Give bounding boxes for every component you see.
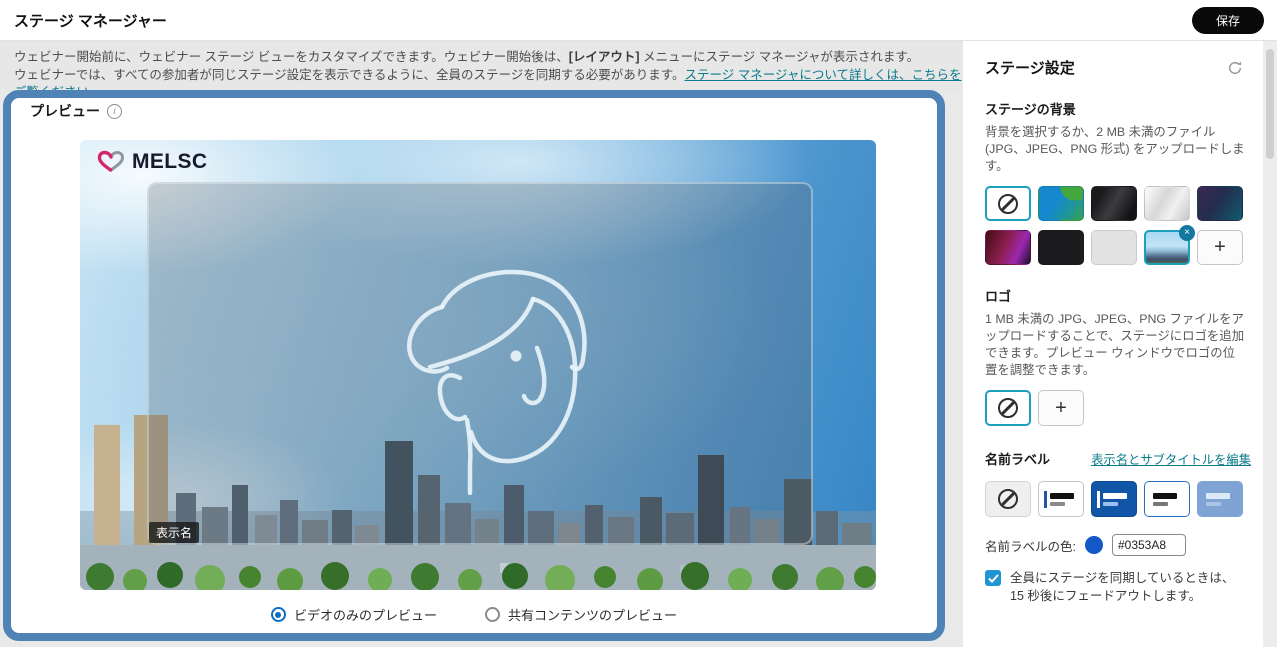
label-accent-bar: [1097, 491, 1100, 508]
name-label-heading: 名前ラベル: [985, 449, 1050, 468]
logo-options: +: [985, 390, 1243, 426]
bg-thumb-dark-wave[interactable]: [1091, 186, 1137, 221]
bg-thumb-red-magenta-gradient[interactable]: [985, 230, 1031, 265]
stage-logo[interactable]: MELSC: [96, 149, 208, 175]
banner-line1: ウェビナー開始前に、ウェビナー ステージ ビューをカスタマイズできます。ウェビナ…: [14, 49, 962, 67]
label-text-lines: [1050, 493, 1074, 506]
radio-shared-content[interactable]: 共有コンテンツのプレビュー: [485, 605, 677, 624]
edit-display-name-link[interactable]: 表示名とサブタイトルを編集: [1091, 450, 1251, 468]
no-name-label-icon: [998, 489, 1018, 509]
info-icon[interactable]: i: [107, 104, 122, 119]
label-accent-bar: [1044, 491, 1047, 508]
scrollbar-thumb[interactable]: [1266, 49, 1274, 159]
stage-settings-sidebar: ステージ設定 ステージの背景 背景を選択するか、2 MB 未満のファイル (JP…: [963, 41, 1263, 647]
bg-thumb-city-photo-selected[interactable]: ×: [1144, 230, 1190, 265]
name-label-style-light-left-bar[interactable]: [1038, 481, 1084, 517]
settings-header: ステージ設定: [985, 57, 1243, 78]
stage-preview[interactable]: MELSC 表示名: [80, 140, 876, 590]
background-heading: ステージの背景: [985, 99, 1243, 118]
avatar-placeholder-icon: [390, 255, 600, 495]
refresh-icon[interactable]: [1227, 60, 1243, 76]
name-label-style-translucent[interactable]: [1197, 481, 1243, 517]
preview-mode-radios: ビデオのみのプレビュー 共有コンテンツのプレビュー: [3, 605, 945, 624]
no-background-icon: [998, 194, 1018, 214]
display-name-badge[interactable]: 表示名: [149, 522, 199, 543]
add-background-button[interactable]: +: [1197, 230, 1243, 265]
color-swatch[interactable]: [1085, 536, 1103, 554]
name-label-style-blue-selected[interactable]: [1091, 481, 1137, 517]
delete-background-icon[interactable]: ×: [1179, 225, 1195, 241]
logo-description: 1 MB 未満の JPG、JPEG、PNG ファイルをアップロードすることで、ス…: [985, 311, 1247, 379]
name-label-color-row: 名前ラベルの色:: [985, 534, 1243, 556]
label-text-lines: [1153, 493, 1177, 506]
radio-video-only[interactable]: ビデオのみのプレビュー: [271, 605, 437, 624]
stage-manager-page: ステージ マネージャー 保存 ウェビナー開始前に、ウェビナー ステージ ビューを…: [0, 0, 1277, 647]
save-button[interactable]: 保存: [1192, 7, 1264, 34]
color-label: 名前ラベルの色:: [985, 536, 1076, 555]
bg-thumb-light-gray[interactable]: [1091, 230, 1137, 265]
logo-heading: ロゴ: [985, 286, 1243, 305]
label-text-lines: [1103, 493, 1127, 506]
info-banner: ウェビナー開始前に、ウェビナー ステージ ビューをカスタマイズできます。ウェビナ…: [0, 41, 962, 91]
label-text-lines: [1206, 493, 1230, 506]
check-icon: [988, 574, 999, 583]
radio-dot-icon: [485, 607, 500, 622]
no-logo-icon: [998, 398, 1018, 418]
color-value-input[interactable]: [1112, 534, 1186, 556]
preview-title: プレビュー i: [30, 101, 122, 121]
name-label-style-options: [985, 481, 1243, 517]
name-label-style-outlined[interactable]: [1144, 481, 1190, 517]
sync-fadeout-row: 全員にステージを同期しているときは、15 秒後にフェードアウトします。: [985, 569, 1243, 605]
melsc-heart-icon: [96, 149, 126, 175]
brand-name: MELSC: [132, 150, 208, 174]
bg-thumb-black[interactable]: [1038, 230, 1084, 265]
bg-thumb-purple-teal-gradient[interactable]: [1197, 186, 1243, 221]
bg-thumb-silver-wave[interactable]: [1144, 186, 1190, 221]
bg-thumb-blue-green-gradient[interactable]: [1038, 186, 1084, 221]
layout-menu-ref: [レイアウト]: [569, 50, 640, 64]
sidebar-scrollbar[interactable]: [1263, 41, 1277, 647]
page-title: ステージ マネージャー: [14, 10, 167, 31]
settings-title: ステージ設定: [985, 57, 1075, 78]
background-description: 背景を選択するか、2 MB 未満のファイル (JPG、JPEG、PNG 形式) …: [985, 124, 1247, 175]
add-logo-button[interactable]: +: [1038, 390, 1084, 426]
top-bar: ステージ マネージャー 保存: [0, 0, 1277, 41]
sync-fadeout-text: 全員にステージを同期しているときは、15 秒後にフェードアウトします。: [1010, 569, 1243, 605]
bg-thumb-none[interactable]: [985, 186, 1031, 221]
name-label-style-none[interactable]: [985, 481, 1031, 517]
logo-thumb-none-selected[interactable]: [985, 390, 1031, 426]
name-label-header: 名前ラベル 表示名とサブタイトルを編集: [985, 449, 1251, 468]
sync-fadeout-checkbox[interactable]: [985, 570, 1001, 586]
radio-dot-icon: [271, 607, 286, 622]
background-options-grid: × +: [985, 186, 1243, 265]
